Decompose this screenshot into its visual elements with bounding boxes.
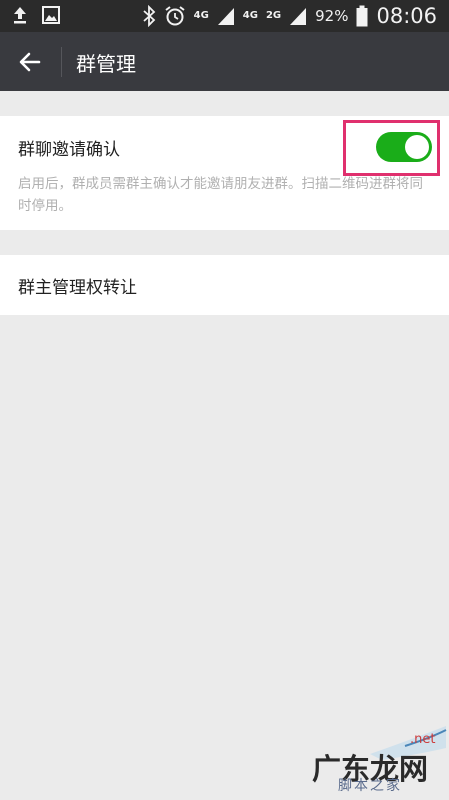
back-arrow-icon [19,52,41,72]
watermark-net: .net [410,732,436,747]
page-title: 群管理 [76,52,136,76]
watermark-sub: 脚本之家 [338,778,402,794]
owner-transfer-title: 群主管理权转让 [18,278,137,298]
network-4g-label: 4G [193,10,209,21]
highlight-box [343,120,440,176]
image-icon [42,6,60,24]
status-right: 4G 4G 2G 92% 08:06 [142,4,437,28]
battery-percent: 92% [315,7,349,25]
status-left [12,6,60,24]
alarm-icon [165,6,185,26]
invite-confirm-description: 启用后，群成员需群主确认才能邀请朋友进群。扫描二维码进群将同时停用。 [18,176,423,214]
nav-bar: 群管理 [0,32,449,91]
battery-icon [356,5,368,27]
status-bar: 4G 4G 2G 92% 08:06 [0,0,449,32]
invite-confirm-title: 群聊邀请确认 [18,140,120,160]
upload-icon [14,7,26,24]
network-2g-label: 2G [265,10,282,21]
watermark: .net 广东龙网 脚本之家 [310,720,449,800]
nav-divider [61,47,62,77]
status-time: 08:06 [376,4,437,28]
signal-icon [217,8,234,25]
network-4g-small-label: 4G [242,10,258,21]
owner-transfer-row[interactable]: 群主管理权转让 [0,255,449,315]
signal-icon [290,8,307,25]
back-button[interactable] [10,42,50,82]
bluetooth-icon [143,5,155,27]
